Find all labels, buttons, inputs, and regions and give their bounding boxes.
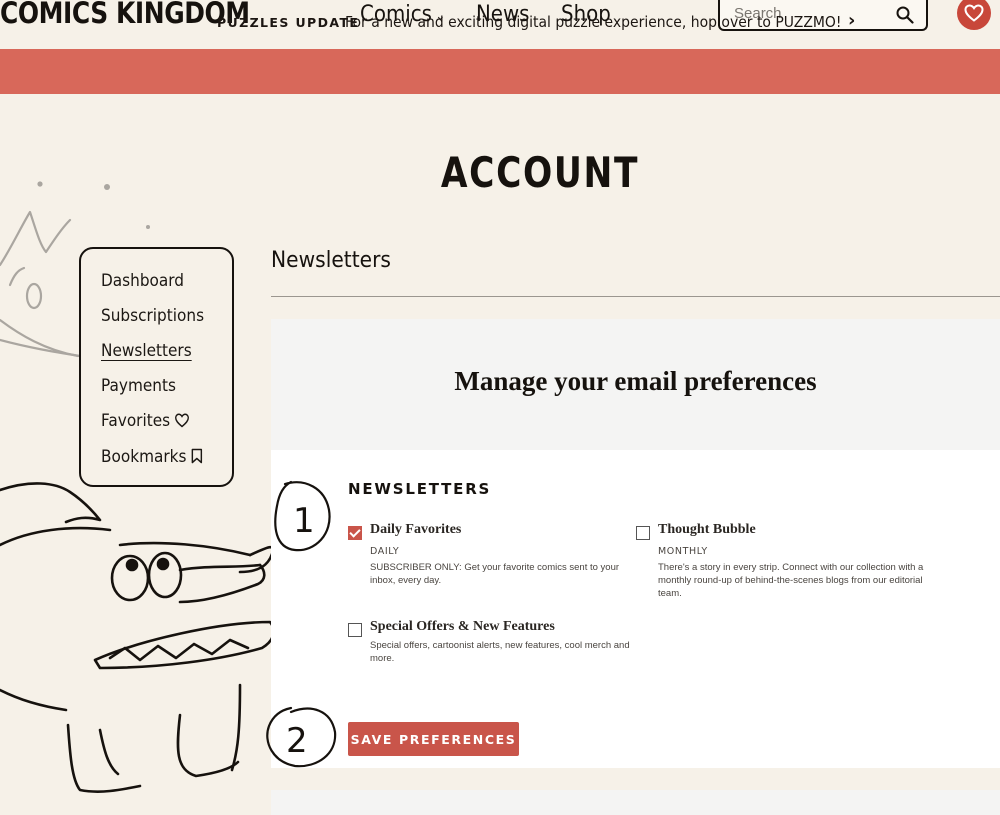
daily-favorites-description: SUBSCRIBER ONLY: Get your favorite comic… bbox=[370, 562, 620, 586]
thought-bubble-frequency: MONTHLY bbox=[658, 546, 708, 557]
daily-favorites-frequency: DAILY bbox=[370, 546, 400, 557]
heart-outline-icon bbox=[174, 413, 189, 428]
daily-favorites-title[interactable]: Daily Favorites bbox=[370, 522, 461, 538]
card-title: Manage your email preferences bbox=[454, 366, 817, 396]
save-preferences-button[interactable]: SAVE PREFERENCES bbox=[348, 722, 519, 756]
special-offers-description: Special offers, cartoonist alerts, new f… bbox=[370, 640, 630, 664]
puzzles-banner bbox=[0, 49, 1000, 94]
banner-arrow-icon[interactable]: › bbox=[848, 10, 855, 31]
account-sidebar: Dashboard Subscriptions Newsletters Paym… bbox=[79, 247, 234, 487]
sidebar-item-dashboard[interactable]: Dashboard bbox=[101, 271, 184, 291]
banner-link-text[interactable]: For a new and exciting digital puzzle ex… bbox=[345, 13, 841, 31]
newsletters-heading: NEWSLETTERS bbox=[348, 480, 492, 498]
section-heading: Newsletters bbox=[271, 248, 391, 273]
site-logo[interactable]: COMICS KINGDOM bbox=[0, 0, 250, 30]
section-divider bbox=[271, 296, 1000, 297]
thought-bubble-checkbox[interactable] bbox=[636, 526, 650, 540]
sidebar-item-payments[interactable]: Payments bbox=[101, 376, 176, 396]
bookmark-icon bbox=[191, 448, 203, 464]
special-offers-checkbox[interactable] bbox=[348, 623, 362, 637]
sidebar-item-subscriptions[interactable]: Subscriptions bbox=[101, 306, 204, 326]
page-title: ACCOUNT bbox=[440, 148, 640, 197]
sidebar-item-bookmarks[interactable]: Bookmarks bbox=[101, 447, 203, 467]
thought-bubble-title[interactable]: Thought Bubble bbox=[658, 522, 756, 538]
daily-favorites-checkbox[interactable] bbox=[348, 526, 362, 540]
sidebar-item-favorites[interactable]: Favorites bbox=[101, 411, 189, 431]
thought-bubble-description: There's a story in every strip. Connect … bbox=[658, 562, 924, 599]
sidebar-item-label: Favorites bbox=[101, 411, 171, 431]
search-icon[interactable] bbox=[896, 6, 914, 24]
card-footer bbox=[271, 790, 1000, 815]
banner-label: PUZZLES UPDATE bbox=[217, 15, 360, 30]
sidebar-item-newsletters[interactable]: Newsletters bbox=[101, 341, 192, 361]
heart-icon bbox=[964, 4, 984, 22]
sidebar-item-label: Bookmarks bbox=[101, 447, 187, 467]
special-offers-title[interactable]: Special Offers & New Features bbox=[370, 619, 555, 635]
